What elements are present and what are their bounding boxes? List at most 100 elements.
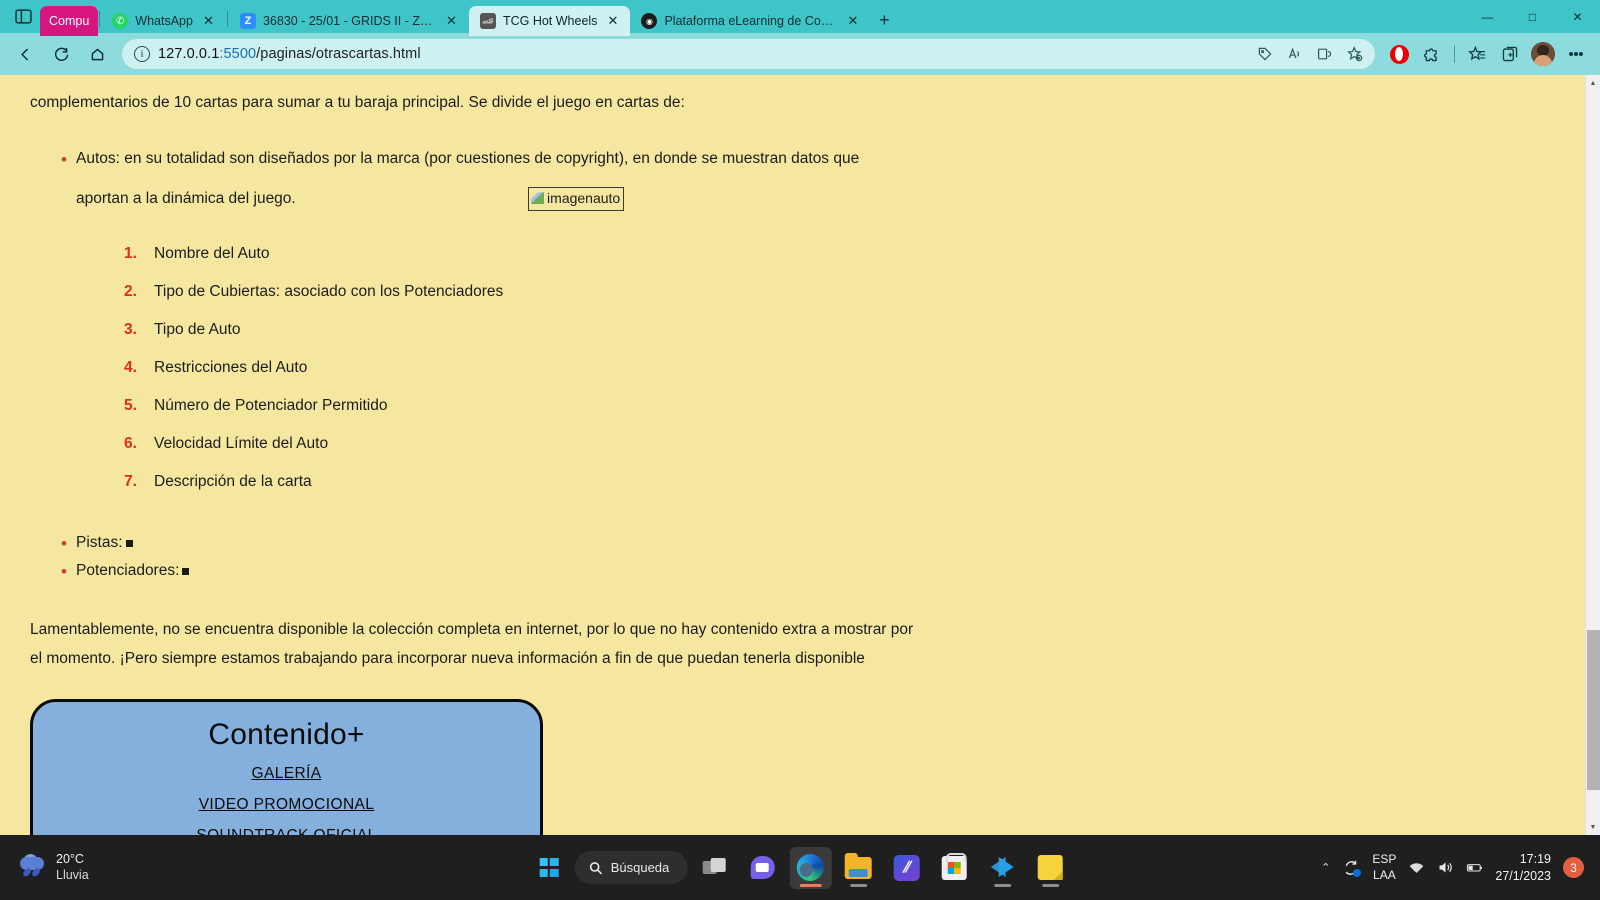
- maximize-button[interactable]: □: [1510, 0, 1555, 33]
- tag-icon[interactable]: [1251, 41, 1279, 67]
- refresh-icon[interactable]: [44, 38, 78, 70]
- settings-more-icon[interactable]: [1560, 38, 1592, 70]
- edge-icon: [796, 854, 824, 881]
- list-number: 6.: [124, 434, 137, 452]
- clock-date: 27/1/2023: [1495, 868, 1551, 883]
- profile-avatar[interactable]: [1527, 38, 1559, 70]
- opera-extension-icon[interactable]: [1383, 38, 1415, 70]
- list-item: 5. Número de Potenciador Permitido: [124, 387, 1555, 425]
- taskbar-app-task-view[interactable]: [693, 847, 735, 889]
- extensions-icon[interactable]: [1416, 38, 1448, 70]
- closing-line-2: el momento. ¡Pero siempre estamos trabaj…: [30, 649, 865, 667]
- page-scrollbar[interactable]: ▲ ▼: [1585, 75, 1600, 835]
- tab-separator: [226, 10, 228, 27]
- autos-line-1: Autos: en su totalidad son diseñados por…: [76, 150, 860, 168]
- search-button[interactable]: Búsqueda: [574, 851, 688, 884]
- clock-time: 17:19: [1519, 851, 1551, 866]
- scrollbar-track[interactable]: [1586, 91, 1600, 819]
- scrollbar-thumb[interactable]: [1586, 629, 1600, 790]
- list-item: 1. Nombre del Auto: [124, 235, 1555, 273]
- page-content: complementarios de 10 cartas para sumar …: [0, 75, 1585, 835]
- home-icon[interactable]: [80, 38, 114, 70]
- contenido-plus-box: Contenido+ GALERÍA VIDEO PROMOCIONAL SOU…: [30, 699, 543, 835]
- tab-coderhouse[interactable]: ◉ Plataforma eLearning de Coderh ✕: [630, 6, 870, 36]
- sync-icon[interactable]: [1342, 859, 1362, 877]
- add-favorite-icon[interactable]: [1341, 41, 1369, 67]
- taskbar-app-edge[interactable]: [789, 846, 832, 889]
- link-soundtrack-oficial[interactable]: SOUNDTRACK OFICIAL: [33, 827, 540, 835]
- close-icon[interactable]: ✕: [443, 13, 460, 30]
- back-arrow-icon[interactable]: [8, 38, 42, 70]
- pinned-tab-compu[interactable]: Compu: [40, 6, 99, 36]
- taskbar-app-vs-code[interactable]: [981, 847, 1023, 889]
- list-number: 5.: [124, 396, 137, 414]
- immersive-reader-icon[interactable]: [1311, 41, 1339, 67]
- list-number: 1.: [124, 244, 137, 262]
- new-tab-button[interactable]: +: [870, 6, 898, 34]
- tab-label: WhatsApp: [135, 14, 193, 28]
- tab-tcg-hot-wheels[interactable]: 🏎 TCG Hot Wheels ✕: [468, 6, 631, 36]
- list-text: Restricciones del Auto: [154, 358, 308, 376]
- close-icon[interactable]: ✕: [604, 13, 621, 30]
- address-bar[interactable]: i 127.0.0.1:5500/paginas/otrascartas.htm…: [122, 39, 1375, 69]
- taskbar-app-file-explorer[interactable]: [837, 847, 879, 889]
- link-video-promocional[interactable]: VIDEO PROMOCIONAL: [33, 796, 540, 814]
- browser-window: Compu ✆ WhatsApp ✕ Z 36830 - 25/01 - GRI…: [0, 0, 1600, 835]
- task-view-icon: [702, 857, 726, 878]
- list-item-potenciadores: Potenciadores:: [30, 556, 1555, 588]
- list-item-autos: Autos: en su totalidad son diseñados por…: [30, 138, 1555, 219]
- show-hidden-icons-icon[interactable]: ⌃: [1321, 861, 1330, 874]
- read-aloud-icon[interactable]: [1281, 41, 1309, 67]
- whatsapp-icon: ✆: [112, 13, 129, 29]
- coderhouse-icon: ◉: [641, 13, 658, 29]
- tab-label: Plataforma eLearning de Coderh: [664, 14, 838, 28]
- tab-whatsapp[interactable]: ✆ WhatsApp ✕: [101, 6, 226, 36]
- list-item: 2. Tipo de Cubiertas: asociado con los Po…: [124, 273, 1555, 311]
- scroll-up-arrow-icon[interactable]: ▲: [1586, 75, 1600, 91]
- close-window-button[interactable]: ✕: [1555, 0, 1600, 33]
- site-info-icon[interactable]: i: [134, 46, 150, 62]
- weather-widget[interactable]: 20°C Lluvia: [10, 848, 99, 887]
- system-tray: ⌃ ESP LAA 17:19 27/1/2023 3: [1321, 851, 1590, 885]
- contenido-plus-title: Contenido+: [208, 718, 365, 752]
- tab-actions-icon[interactable]: [6, 0, 40, 33]
- battery-icon[interactable]: [1466, 859, 1483, 876]
- folder-icon: [844, 852, 872, 879]
- taskbar-app-chat[interactable]: [741, 847, 783, 889]
- other-card-types-list: Pistas: Potenciadores:: [30, 528, 1555, 588]
- tab-zoom[interactable]: Z 36830 - 25/01 - GRIDS II - Zoom ✕: [229, 6, 469, 36]
- broken-image-imagenauto[interactable]: imagenauto: [528, 187, 625, 211]
- link-galeria[interactable]: GALERÍA: [33, 765, 540, 783]
- image-alt-text: imagenauto: [547, 190, 621, 207]
- store-icon: [941, 852, 967, 880]
- start-button[interactable]: [529, 848, 569, 888]
- close-icon[interactable]: ✕: [844, 13, 861, 30]
- zoom-icon: Z: [239, 13, 256, 29]
- tab-strip: Compu ✆ WhatsApp ✕ Z 36830 - 25/01 - GRI…: [0, 0, 1600, 36]
- language-indicator[interactable]: ESP LAA: [1372, 852, 1396, 883]
- scroll-down-arrow-icon[interactable]: ▼: [1586, 819, 1600, 835]
- notification-badge[interactable]: 3: [1563, 857, 1584, 878]
- wifi-icon[interactable]: [1408, 859, 1425, 876]
- broken-image-icon[interactable]: [182, 568, 190, 576]
- volume-icon[interactable]: [1437, 859, 1454, 876]
- taskbar-app-sticky-notes[interactable]: [1029, 847, 1071, 889]
- list-number: 2.: [124, 282, 137, 300]
- taskbar-app-mono[interactable]: ⫽: [885, 847, 927, 889]
- broken-image-icon[interactable]: [125, 539, 133, 547]
- favorites-icon[interactable]: [1461, 38, 1493, 70]
- running-indicator: [993, 883, 1011, 887]
- taskbar-app-microsoft-store[interactable]: [933, 847, 975, 889]
- list-item: 6. Velocidad Límite del Auto: [124, 425, 1555, 463]
- hotwheels-icon: 🏎: [479, 13, 496, 29]
- close-icon[interactable]: ✕: [200, 13, 217, 30]
- list-text: Tipo de Auto: [154, 320, 241, 338]
- auto-card-attributes-list: 1. Nombre del Auto 2. Tipo de Cubiertas: a…: [124, 235, 1555, 501]
- clock[interactable]: 17:19 27/1/2023: [1495, 851, 1551, 885]
- language-line-1: ESP: [1372, 851, 1397, 866]
- collections-icon[interactable]: [1494, 38, 1526, 70]
- list-text: Número de Potenciador Permitido: [154, 396, 388, 414]
- minimize-button[interactable]: —: [1465, 0, 1510, 33]
- list-text: Descripción de la carta: [154, 472, 312, 490]
- page-viewport: complementarios de 10 cartas para sumar …: [0, 75, 1600, 835]
